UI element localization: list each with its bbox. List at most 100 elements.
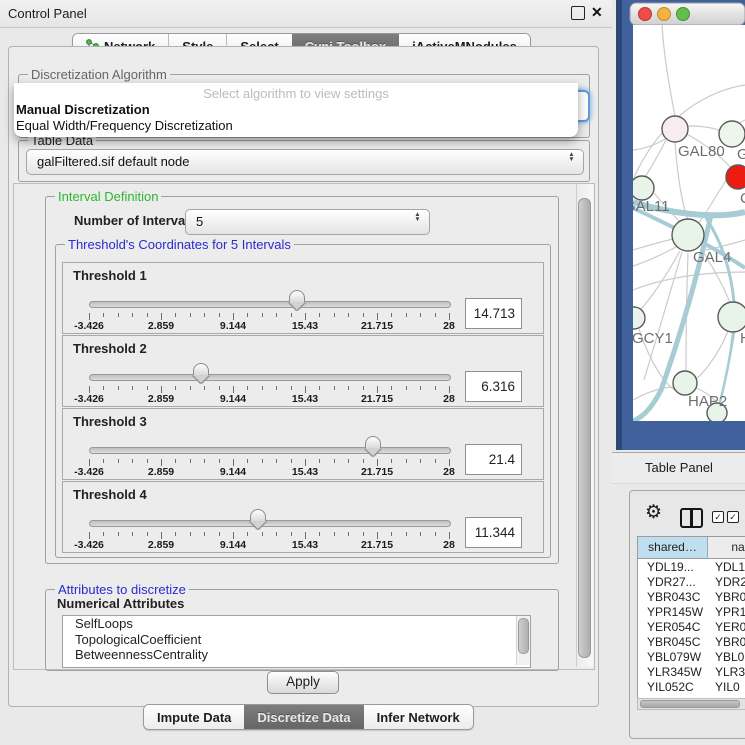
network-node-h[interactable] <box>718 302 745 332</box>
slider-tick <box>363 313 364 317</box>
float-window-icon[interactable] <box>571 6 585 20</box>
cell-shared-name: YDL19... <box>647 560 694 575</box>
zoom-traffic-light[interactable] <box>677 8 690 21</box>
slider-tick <box>377 313 378 320</box>
table-horizontal-scrollbar-thumb[interactable] <box>640 700 740 708</box>
table-row[interactable]: YPR145WYPR1 <box>638 605 745 620</box>
attribute-list-item[interactable]: SelfLoops <box>63 616 530 632</box>
slider-tick <box>262 459 263 463</box>
number-of-intervals-combobox[interactable]: 5 ▲▼ <box>185 209 430 235</box>
slider-tick <box>204 386 205 390</box>
bottom-tab-label: Infer Network <box>377 710 460 725</box>
slider-tick <box>305 459 306 466</box>
threshold-slider-track[interactable] <box>89 447 451 454</box>
slider-tick <box>103 386 104 390</box>
threshold-label: Threshold 1 <box>73 268 147 283</box>
slider-tick <box>276 386 277 390</box>
bottom-tab-infer-network[interactable]: Infer Network <box>364 705 473 729</box>
threshold-slider-track[interactable] <box>89 301 451 308</box>
number-of-intervals-value: 5 <box>196 210 203 234</box>
slider-tick <box>103 532 104 536</box>
threshold-slider-thumb[interactable] <box>289 290 305 310</box>
slider-tick <box>348 459 349 463</box>
table-row[interactable]: YLR345WYLR3 <box>638 665 745 680</box>
numerical-attributes-list[interactable]: SelfLoopsTopologicalCoefficientBetweenne… <box>62 615 531 668</box>
attribute-list-item[interactable]: BetweennessCentrality <box>63 647 530 663</box>
network-node-hap2[interactable] <box>673 371 697 395</box>
apply-button[interactable]: Apply <box>267 671 339 694</box>
slider-tick <box>363 386 364 390</box>
slider-tick <box>233 532 234 539</box>
threshold-slider-track[interactable] <box>89 374 451 381</box>
checkbox-icon[interactable]: ✓ <box>712 511 724 523</box>
table-row[interactable]: YBL079WYBL0 <box>638 650 745 665</box>
node-label: GAL4 <box>693 249 731 266</box>
network-node-gal4[interactable] <box>672 219 704 251</box>
cell-shared-name: YBR045C <box>647 635 700 650</box>
slider-tick <box>348 386 349 390</box>
threshold-slider-thumb[interactable] <box>250 509 266 529</box>
close-icon[interactable]: ✕ <box>591 4 603 21</box>
threshold-value-field[interactable]: 14.713 <box>465 298 522 329</box>
minimize-traffic-light[interactable] <box>658 8 671 21</box>
slider-tick <box>233 459 234 466</box>
slider-scale-label: 2.859 <box>148 393 174 405</box>
slider-tick <box>204 313 205 317</box>
attribute-list-item[interactable]: TopologicalCoefficient <box>63 632 530 648</box>
bottom-tab-discretize-data[interactable]: Discretize Data <box>244 705 363 729</box>
slider-scale-label: 28 <box>443 539 455 551</box>
threshold-slider-track[interactable] <box>89 520 451 527</box>
column-layout-icon[interactable] <box>680 508 703 528</box>
table-data-combobox-value: galFiltered.sif default node <box>37 150 189 174</box>
slider-tick <box>247 386 248 390</box>
table-row[interactable]: YDL19...YDL1 <box>638 560 745 575</box>
slider-tick <box>262 386 263 390</box>
column-header-name[interactable]: na <box>708 537 745 559</box>
vertical-scrollbar-thumb[interactable] <box>578 198 591 658</box>
slider-tick <box>175 313 176 317</box>
table-panel-title: Table Panel <box>645 460 713 475</box>
slider-tick <box>435 386 436 390</box>
algorithm-option[interactable]: Equal Width/Frequency Discretization <box>14 118 578 134</box>
network-node-gal80[interactable] <box>662 116 688 142</box>
table-row[interactable]: YER054CYER0 <box>638 620 745 635</box>
slider-tick <box>305 386 306 393</box>
gear-icon[interactable]: ⚙ <box>645 503 662 522</box>
threshold-slider-thumb[interactable] <box>365 436 381 456</box>
slider-scale-label: 15.43 <box>292 393 318 405</box>
slider-scale-label: 28 <box>443 320 455 332</box>
table-row[interactable]: YBR045CYBR0 <box>638 635 745 650</box>
threshold-value-field[interactable]: 21.4 <box>465 444 522 475</box>
attributes-list-scrollbar-thumb[interactable] <box>518 618 529 654</box>
slider-tick <box>391 532 392 536</box>
threshold-value-field[interactable]: 6.316 <box>465 371 522 402</box>
slider-tick <box>319 532 320 536</box>
slider-tick <box>103 459 104 463</box>
slider-tick <box>435 459 436 463</box>
threshold-slider-thumb[interactable] <box>193 363 209 383</box>
threshold-value-field[interactable]: 11.344 <box>465 517 522 548</box>
slider-tick <box>190 386 191 390</box>
table-row[interactable]: YIL052CYIL0 <box>638 680 745 695</box>
slider-tick <box>377 532 378 539</box>
node-attribute-table[interactable]: shared… na YDL19...YDL1YDR27...YDR2YBR04… <box>637 536 745 700</box>
table-row[interactable]: YBR043CYBR0 <box>638 590 745 605</box>
slider-tick <box>118 459 119 463</box>
table-data-combobox[interactable]: galFiltered.sif default node ▲▼ <box>26 149 584 175</box>
checkbox-icon[interactable]: ✓ <box>727 511 739 523</box>
slider-tick <box>334 386 335 390</box>
table-horizontal-scrollbar[interactable] <box>637 698 745 710</box>
slider-tick <box>363 532 364 536</box>
bottom-tab-impute-data[interactable]: Impute Data <box>144 705 244 729</box>
close-traffic-light[interactable] <box>639 8 652 21</box>
network-node-gal11[interactable] <box>630 176 654 200</box>
network-view-window[interactable]: GAL80GACGAL11GAL4GCY1HHAP2 <box>616 0 745 450</box>
column-header-shared-name[interactable]: shared… <box>638 537 708 559</box>
slider-tick <box>391 386 392 390</box>
algorithm-option[interactable]: Manual Discretization <box>14 102 578 118</box>
table-row[interactable]: YDR27...YDR2 <box>638 575 745 590</box>
slider-scale-label: 21.715 <box>361 393 393 405</box>
slider-tick <box>190 532 191 536</box>
cell-shared-name: YBR043C <box>647 590 700 605</box>
network-node-c[interactable] <box>726 165 745 189</box>
